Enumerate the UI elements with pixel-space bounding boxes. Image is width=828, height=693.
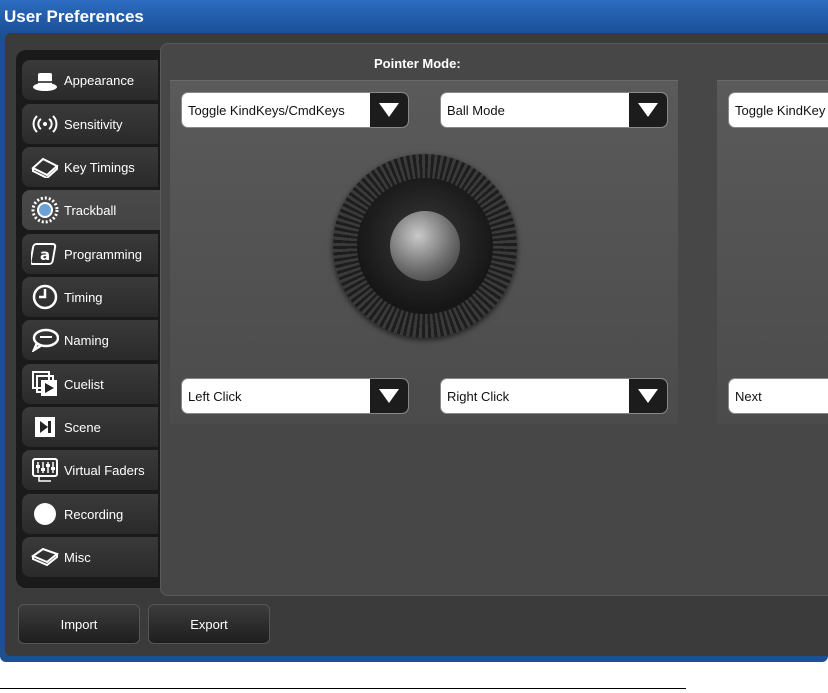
trackball-image bbox=[333, 154, 517, 338]
top-right-action-select[interactable]: Ball Mode bbox=[440, 92, 668, 128]
scene-icon bbox=[30, 412, 60, 442]
signal-icon bbox=[30, 109, 60, 139]
import-button[interactable]: Import bbox=[18, 604, 140, 644]
sidebar-item-label: Naming bbox=[64, 332, 109, 348]
select-value: Next bbox=[735, 388, 762, 404]
dropdown-arrow-icon[interactable] bbox=[629, 379, 667, 413]
speech-bubble-icon bbox=[30, 325, 60, 355]
sidebar-item-trackball[interactable]: Trackball bbox=[22, 190, 162, 230]
trackball-ball bbox=[390, 211, 460, 281]
sidebar-item-label: Cuelist bbox=[64, 376, 104, 392]
sidebar-item-timing[interactable]: Timing bbox=[22, 277, 158, 317]
bottom-left-action-select[interactable]: Left Click bbox=[181, 378, 409, 414]
trackball-icon bbox=[30, 195, 60, 225]
sidebar-item-scene[interactable]: Scene bbox=[22, 407, 158, 447]
sidebar-item-naming[interactable]: Naming bbox=[22, 320, 158, 360]
record-icon bbox=[30, 499, 60, 529]
key-icon bbox=[30, 542, 60, 572]
hat-icon bbox=[30, 65, 60, 95]
sidebar-item-label: Scene bbox=[64, 419, 101, 435]
cuelist-icon bbox=[30, 369, 60, 399]
sidebar-item-virtual-faders[interactable]: Virtual Faders bbox=[22, 450, 158, 490]
sidebar-item-label: Timing bbox=[64, 289, 103, 305]
clock-icon bbox=[30, 282, 60, 312]
select-value: Ball Mode bbox=[447, 102, 505, 118]
bottom-right-action-select[interactable]: Right Click bbox=[440, 378, 668, 414]
faders-icon bbox=[30, 455, 60, 485]
sidebar-item-label: Programming bbox=[64, 246, 143, 262]
at-icon: a bbox=[30, 239, 60, 269]
sidebar-item-misc[interactable]: Misc bbox=[22, 537, 158, 577]
divider bbox=[0, 688, 686, 689]
sidebar-item-label: Trackball bbox=[64, 202, 117, 218]
select-value: Right Click bbox=[447, 388, 510, 404]
select-value: Toggle KindKey bbox=[735, 102, 826, 118]
sidebar-item-label: Recording bbox=[64, 506, 124, 522]
pointer-mode-label: Pointer Mode: bbox=[374, 56, 461, 71]
svg-text:a: a bbox=[40, 246, 50, 264]
sidebar-item-recording[interactable]: Recording bbox=[22, 494, 158, 534]
key-icon bbox=[30, 152, 60, 182]
dropdown-arrow-icon[interactable] bbox=[370, 93, 408, 127]
window-title: User Preferences bbox=[4, 7, 144, 26]
sidebar-item-label: Virtual Faders bbox=[64, 462, 145, 478]
sidebar-item-appearance[interactable]: Appearance bbox=[22, 60, 158, 100]
sidebar-item-label: Misc bbox=[64, 549, 91, 565]
sidebar-item-label: Sensitivity bbox=[64, 116, 123, 132]
right-bottom-left-action-select[interactable]: Next bbox=[728, 378, 828, 414]
select-value: Left Click bbox=[188, 388, 242, 404]
dropdown-arrow-icon[interactable] bbox=[629, 93, 667, 127]
top-left-action-select[interactable]: Toggle KindKeys/CmdKeys bbox=[181, 92, 409, 128]
sidebar-item-programming[interactable]: a Programming bbox=[22, 234, 158, 274]
export-button[interactable]: Export bbox=[148, 604, 270, 644]
sidebar-item-sensitivity[interactable]: Sensitivity bbox=[22, 104, 158, 144]
right-top-left-action-select[interactable]: Toggle KindKey bbox=[728, 92, 828, 128]
select-value: Toggle KindKeys/CmdKeys bbox=[188, 102, 345, 118]
title-bar: User Preferences bbox=[0, 0, 828, 34]
sidebar-item-label: Appearance bbox=[64, 72, 135, 88]
dropdown-arrow-icon[interactable] bbox=[370, 379, 408, 413]
sidebar-item-cuelist[interactable]: Cuelist bbox=[22, 364, 158, 404]
sidebar-item-key-timings[interactable]: Key Timings bbox=[22, 147, 158, 187]
sidebar-item-label: Key Timings bbox=[64, 159, 135, 175]
pointer-mode-panel-right bbox=[717, 80, 828, 424]
